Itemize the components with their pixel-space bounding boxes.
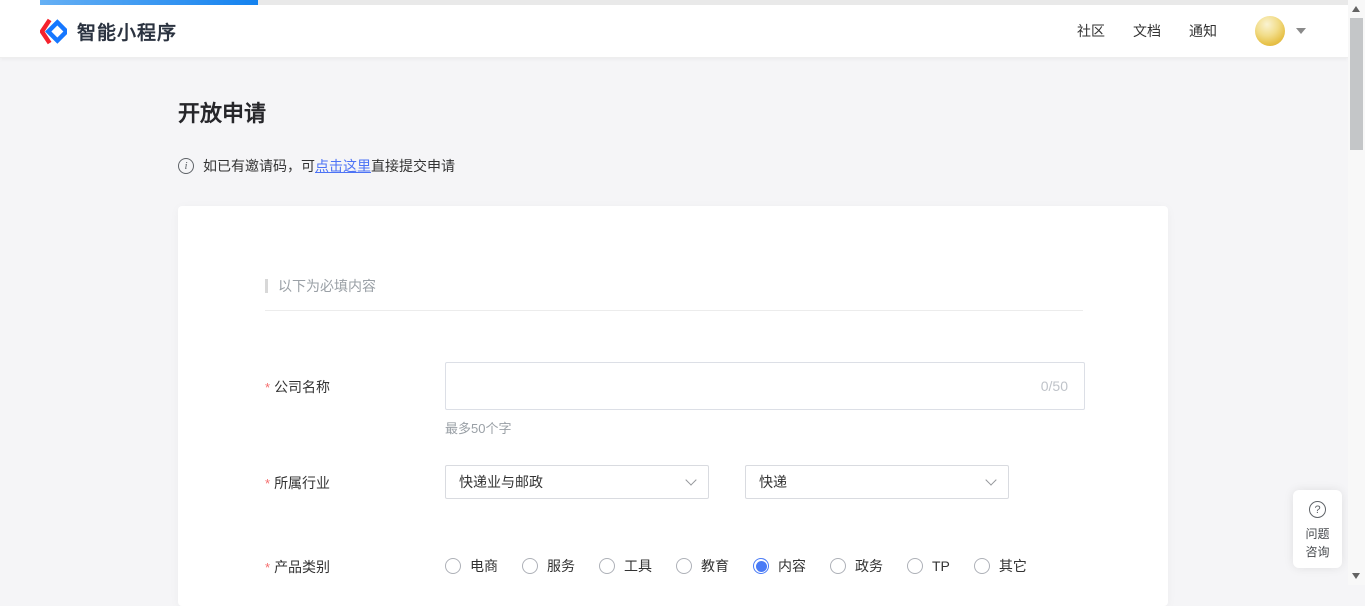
radio-option-label: 电商 [470,556,498,576]
char-counter: 0/50 [1041,378,1084,394]
radio-option-label: 教育 [701,556,729,576]
radio-option-label: 工具 [624,556,652,576]
vertical-scrollbar[interactable] [1348,0,1365,585]
nav-item[interactable]: 通知 [1189,21,1217,41]
radio-option[interactable]: 工具 [599,556,652,576]
product-category-radio-group: 电商 服务 工具 教育 内容 政务 [445,555,1027,576]
click-here-link[interactable]: 点击这里 [315,158,371,174]
page-load-progress-bar [40,0,258,5]
company-name-row: *公司名称 0/50 最多50个字 [265,362,1083,437]
logo[interactable]: 智能小程序 [40,18,177,45]
radio-circle-icon[interactable] [522,558,538,574]
product-category-row: *产品类别 电商 服务 工具 教育 [265,555,1083,577]
radio-circle-icon[interactable] [753,558,769,574]
scrollbar-thumb[interactable] [1350,18,1363,150]
industry-secondary-value: 快递 [759,472,787,492]
radio-option-label: 内容 [778,556,806,576]
required-section-header: 以下为必填内容 [265,276,1083,296]
radio-circle-icon[interactable] [599,558,615,574]
industry-secondary-select[interactable]: 快递 [745,465,1009,499]
required-asterisk: * [265,560,270,575]
radio-option-label: 政务 [855,556,883,576]
radio-option[interactable]: 服务 [522,556,575,576]
company-name-input[interactable] [446,363,1041,409]
radio-circle-icon[interactable] [445,558,461,574]
radio-option[interactable]: 内容 [753,556,806,576]
industry-label: *所属行业 [265,465,445,493]
help-button-label: 问题 咨询 [1305,525,1329,561]
notice-text: 如已有邀请码，可点击这里直接提交申请 [203,156,455,176]
logo-text: 智能小程序 [77,18,177,45]
radio-option[interactable]: 教育 [676,556,729,576]
company-name-input-wrap: 0/50 [445,362,1085,410]
application-form-card: 以下为必填内容 *公司名称 0/50 最多50个字 *所属行业 快递业与邮政 [178,206,1168,606]
avatar-dropdown-caret-icon[interactable] [1296,28,1306,34]
required-asterisk: * [265,380,270,395]
logo-icon [40,18,67,45]
notice-suffix: 直接提交申请 [371,158,455,174]
industry-primary-value: 快递业与邮政 [459,472,543,492]
industry-primary-select[interactable]: 快递业与邮政 [445,465,709,499]
company-name-label: *公司名称 [265,362,445,397]
notice-prefix: 如已有邀请码，可 [203,158,315,174]
nav-item[interactable]: 社区 [1077,21,1105,41]
scrollbar-down-arrow-icon[interactable] [1352,573,1360,579]
company-name-helper: 最多50个字 [445,418,1085,437]
radio-option[interactable]: 其它 [974,556,1027,576]
section-header-text: 以下为必填内容 [278,276,376,296]
invite-code-notice: i 如已有邀请码，可点击这里直接提交申请 [178,156,455,176]
industry-row: *所属行业 快递业与邮政 快递 [265,465,1083,499]
radio-circle-icon[interactable] [974,558,990,574]
info-icon: i [178,158,194,174]
radio-option[interactable]: 电商 [445,556,498,576]
radio-circle-icon[interactable] [830,558,846,574]
radio-circle-icon[interactable] [907,558,923,574]
header-nav: 社区 文档 通知 [1049,16,1306,46]
product-category-label: *产品类别 [265,555,445,577]
question-mark-icon: ? [1309,501,1326,518]
scrollbar-up-arrow-icon[interactable] [1352,6,1360,12]
radio-option-label: 服务 [547,556,575,576]
page-title: 开放申请 [178,96,266,128]
radio-option-label: 其它 [999,556,1027,576]
required-asterisk: * [265,476,270,491]
page-load-progress-track [0,0,1348,5]
chevron-down-icon [685,474,696,485]
company-name-field-group: 0/50 最多50个字 [445,362,1085,437]
top-header: 智能小程序 社区 文档 通知 [0,5,1348,58]
section-marker-bar [265,279,268,293]
radio-option[interactable]: TP [907,558,950,574]
page-load-progress-remainder [258,0,1348,5]
radio-option[interactable]: 政务 [830,556,883,576]
user-avatar[interactable] [1255,16,1285,46]
nav-item[interactable]: 文档 [1133,21,1161,41]
chevron-down-icon [985,474,996,485]
radio-circle-icon[interactable] [676,558,692,574]
help-consult-button[interactable]: ? 问题 咨询 [1293,490,1342,568]
section-divider [265,310,1083,311]
radio-option-label: TP [932,558,950,574]
